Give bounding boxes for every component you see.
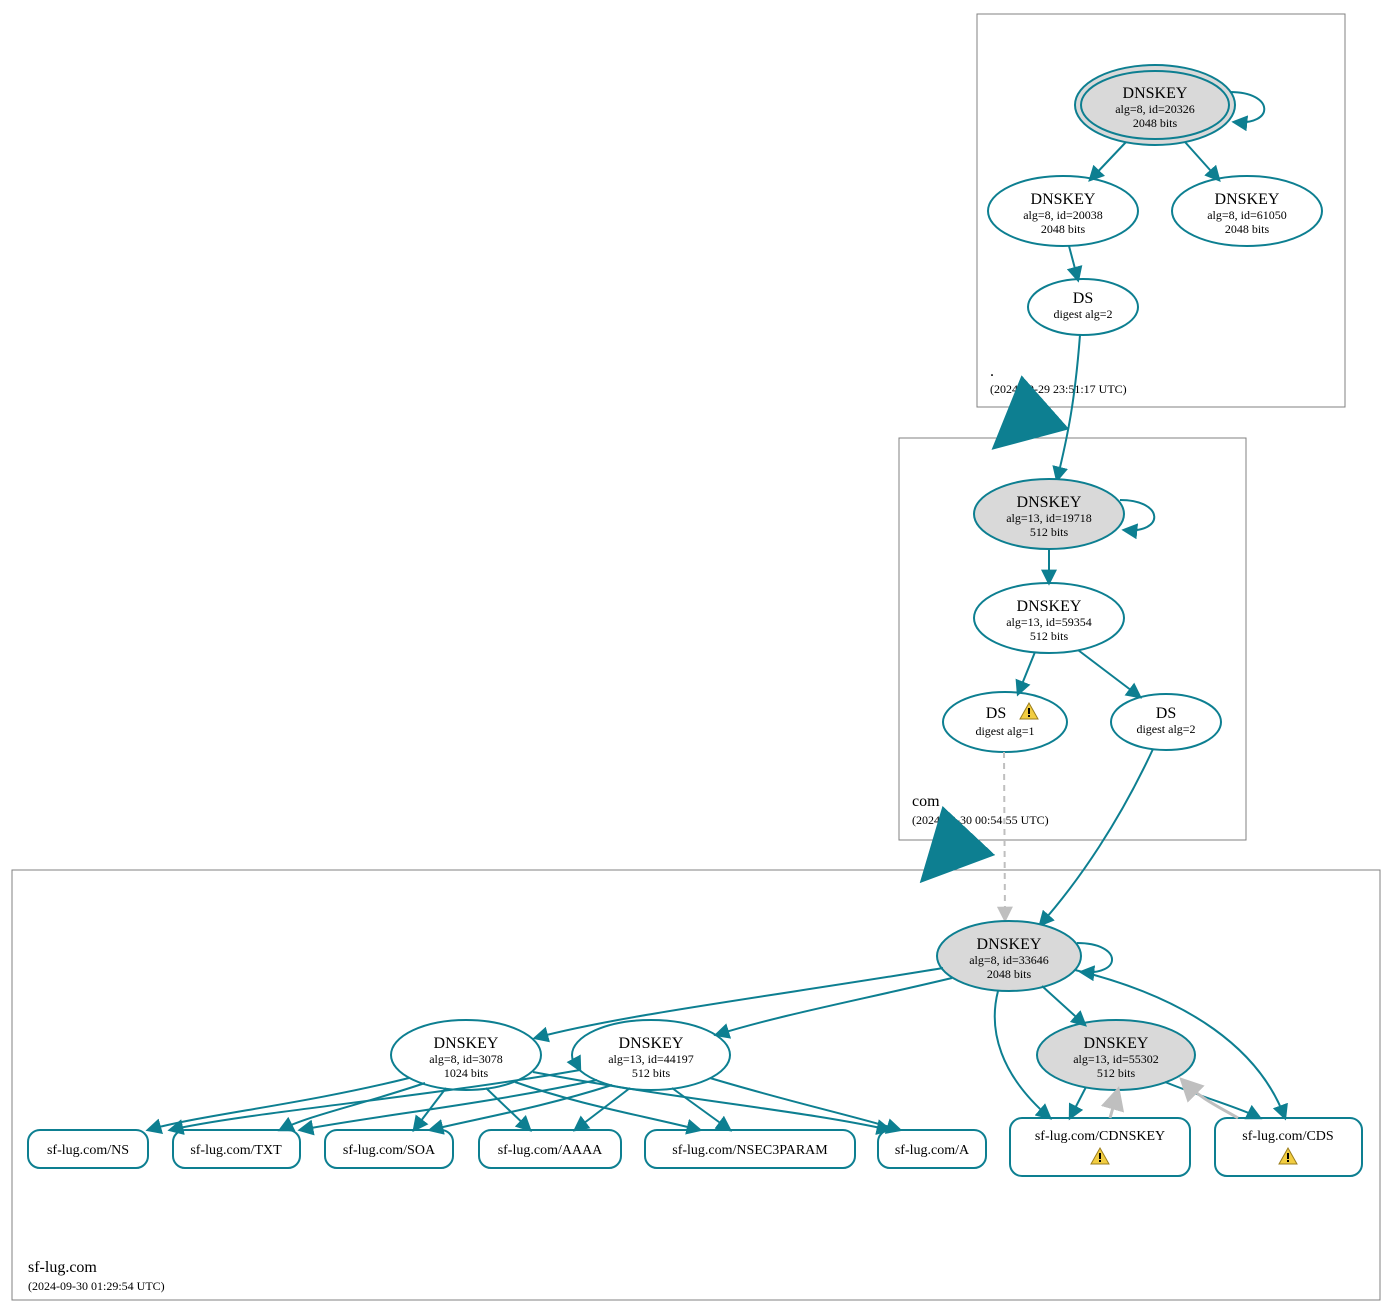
edge-comzsk-ds1 [1018,652,1035,694]
svg-text:512 bits: 512 bits [1030,525,1069,539]
zone-com-time: (2024-09-30 00:54:55 UTC) [912,813,1049,827]
svg-text:2048 bits: 2048 bits [1225,222,1270,236]
node-root-zsk1: DNSKEY alg=8, id=20038 2048 bits [988,176,1138,246]
edge-k3-cds [1165,1082,1260,1118]
rrset-cdnskey: sf-lug.com/CDNSKEY [1010,1118,1190,1176]
svg-text:1024 bits: 1024 bits [444,1066,489,1080]
rrset-txt: sf-lug.com/TXT [173,1130,300,1168]
edge-rootksk-zsk1 [1090,142,1126,180]
svg-text:DNSKEY: DNSKEY [1084,1035,1149,1052]
node-com-ds1: DS digest alg=1 [943,692,1067,752]
svg-text:digest alg=2: digest alg=2 [1053,307,1112,321]
svg-text:2048 bits: 2048 bits [987,967,1032,981]
edge-comds1-sflugksk [1004,752,1005,920]
svg-text:512 bits: 512 bits [1097,1066,1136,1080]
edge-rootksk-zsk2 [1185,142,1219,180]
edge-zone-root-to-com [1005,407,1040,438]
svg-text:DNSKEY: DNSKEY [434,1035,499,1052]
edge-comzsk-ds2 [1078,650,1140,697]
zone-com-name: com [912,793,940,810]
svg-text:512 bits: 512 bits [632,1066,671,1080]
svg-text:alg=8, id=20038: alg=8, id=20038 [1023,208,1103,222]
edge-comds2-sflugksk [1040,749,1153,925]
svg-text:DS: DS [986,705,1006,722]
svg-text:512 bits: 512 bits [1030,629,1069,643]
rrset-cds: sf-lug.com/CDS [1215,1118,1362,1176]
svg-text:sf-lug.com/A: sf-lug.com/A [895,1143,970,1158]
svg-text:sf-lug.com/TXT: sf-lug.com/TXT [190,1143,282,1158]
svg-text:sf-lug.com/CDNSKEY: sf-lug.com/CDNSKEY [1035,1129,1165,1144]
svg-text:DNSKEY: DNSKEY [1017,494,1082,511]
svg-text:alg=13, id=55302: alg=13, id=55302 [1073,1052,1159,1066]
edge-k1-ns [148,1078,409,1130]
edge-zone-com-to-sflug [932,840,960,870]
node-sflug-ksk: DNSKEY alg=8, id=33646 2048 bits [937,921,1081,991]
rrset-ns: sf-lug.com/NS [28,1130,148,1168]
svg-text:DNSKEY: DNSKEY [1123,85,1188,102]
rrset-nsec3param: sf-lug.com/NSEC3PARAM [645,1130,855,1168]
zone-root-name: . [990,363,994,380]
zone-root-time: (2024-09-29 23:51:17 UTC) [990,382,1127,396]
svg-text:DNSKEY: DNSKEY [619,1035,684,1052]
svg-text:2048 bits: 2048 bits [1041,222,1086,236]
edge-cdnskey-k3-grey [1110,1090,1118,1118]
zone-sflug-name: sf-lug.com [28,1259,97,1276]
svg-text:alg=8, id=33646: alg=8, id=33646 [969,953,1049,967]
node-com-zsk: DNSKEY alg=13, id=59354 512 bits [974,583,1124,653]
node-com-ksk: DNSKEY alg=13, id=19718 512 bits [974,479,1124,549]
svg-text:alg=13, id=59354: alg=13, id=59354 [1006,615,1092,629]
svg-text:sf-lug.com/NSEC3PARAM: sf-lug.com/NSEC3PARAM [672,1143,828,1158]
zone-sflug-time: (2024-09-30 01:29:54 UTC) [28,1279,165,1293]
node-com-ds2: DS digest alg=2 [1111,694,1221,750]
edge-k3-cdnskey [1070,1087,1086,1118]
svg-text:DNSKEY: DNSKEY [1215,191,1280,208]
svg-text:alg=13, id=19718: alg=13, id=19718 [1006,511,1092,525]
svg-text:DNSKEY: DNSKEY [1017,598,1082,615]
node-root-zsk2: DNSKEY alg=8, id=61050 2048 bits [1172,176,1322,246]
node-sflug-k3: DNSKEY alg=13, id=55302 512 bits [1037,1020,1195,1090]
svg-text:alg=8, id=3078: alg=8, id=3078 [429,1052,503,1066]
edge-sflugksk-self [1077,943,1112,972]
svg-text:alg=8, id=20326: alg=8, id=20326 [1115,102,1195,116]
svg-text:sf-lug.com/AAAA: sf-lug.com/AAAA [498,1143,603,1158]
svg-text:DS: DS [1073,290,1093,307]
node-root-ksk: DNSKEY alg=8, id=20326 2048 bits [1075,65,1235,145]
rrset-aaaa: sf-lug.com/AAAA [479,1130,621,1168]
svg-text:sf-lug.com/NS: sf-lug.com/NS [47,1143,129,1158]
edge-rootzsk1-ds [1069,246,1078,280]
edge-sflugksk-k3 [1042,986,1085,1025]
rrset-a: sf-lug.com/A [878,1130,986,1168]
svg-text:DNSKEY: DNSKEY [1031,191,1096,208]
svg-text:sf-lug.com/CDS: sf-lug.com/CDS [1242,1129,1333,1144]
svg-text:DS: DS [1156,705,1176,722]
svg-text:DNSKEY: DNSKEY [977,936,1042,953]
node-root-ds: DS digest alg=2 [1028,279,1138,335]
rrset-soa: sf-lug.com/SOA [325,1130,453,1168]
svg-text:digest alg=2: digest alg=2 [1136,722,1195,736]
svg-text:digest alg=1: digest alg=1 [975,724,1034,738]
svg-text:alg=8, id=61050: alg=8, id=61050 [1207,208,1287,222]
edge-sflugksk-k2 [716,978,952,1035]
svg-text:sf-lug.com/SOA: sf-lug.com/SOA [343,1143,436,1158]
edge-comksk-self [1120,500,1154,530]
edge-k2-ns2 [170,1070,580,1130]
svg-text:alg=13, id=44197: alg=13, id=44197 [608,1052,694,1066]
svg-text:2048 bits: 2048 bits [1133,116,1178,130]
edge-k2-nsec3 [672,1088,730,1130]
